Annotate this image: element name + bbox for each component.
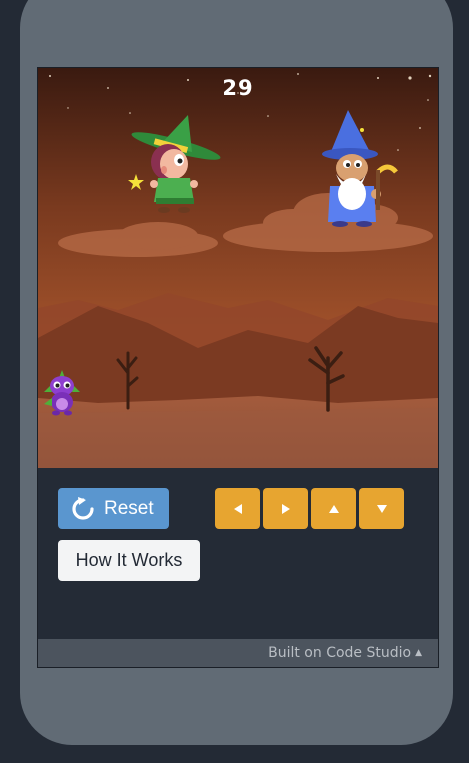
reset-label: Reset: [104, 497, 154, 519]
up-arrow-icon: [328, 504, 339, 513]
score-display: 29: [222, 76, 254, 100]
game-scene: [38, 68, 438, 468]
game-stage[interactable]: 29: [38, 68, 438, 468]
left-arrow-icon: [233, 503, 242, 514]
down-arrow-button[interactable]: [359, 488, 404, 529]
left-arrow-button[interactable]: [215, 488, 260, 529]
up-arrow-button[interactable]: [311, 488, 356, 529]
how-it-works-button[interactable]: How It Works: [58, 540, 200, 581]
caret-up-icon[interactable]: ▲: [415, 648, 422, 658]
right-arrow-button[interactable]: [263, 488, 308, 529]
right-arrow-icon: [281, 503, 290, 514]
built-on-code-studio-link[interactable]: Built on Code Studio: [268, 645, 411, 661]
down-arrow-icon: [376, 504, 387, 513]
refresh-icon: [72, 496, 94, 520]
reset-button[interactable]: Reset: [58, 488, 169, 529]
footer-bar: Built on Code Studio ▲: [38, 639, 438, 667]
